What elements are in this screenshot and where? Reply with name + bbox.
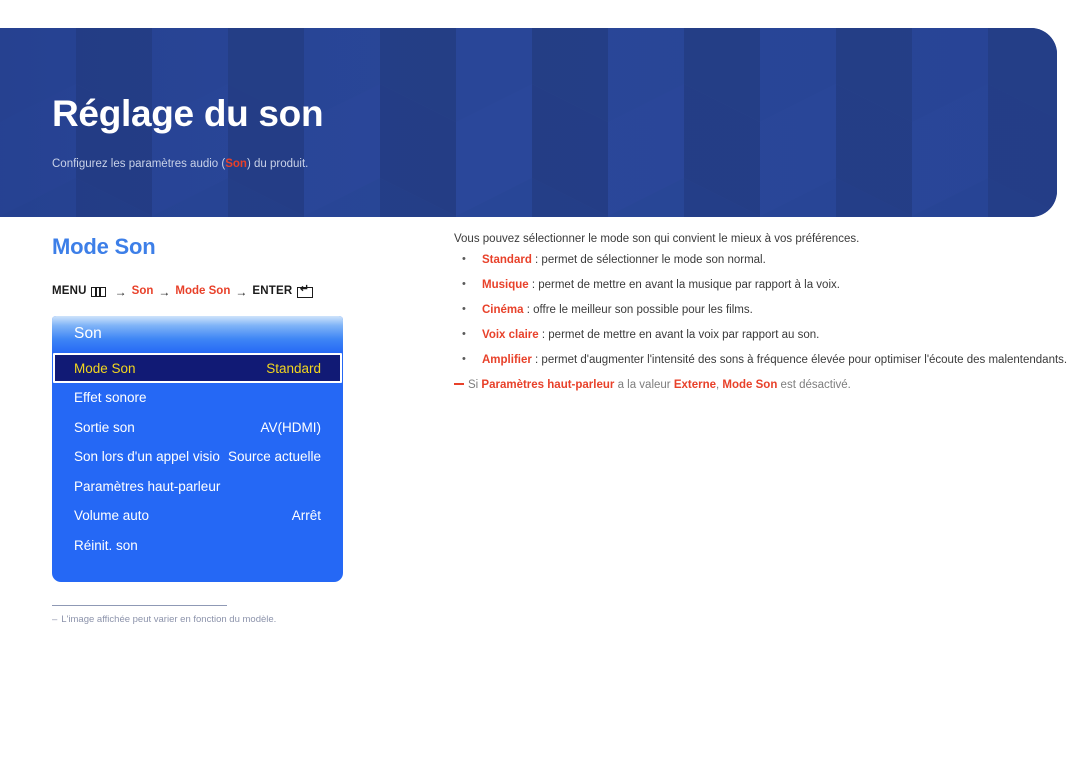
menu-grid-icon bbox=[90, 287, 106, 297]
osd-row-label: Sortie son bbox=[74, 419, 135, 435]
osd-row-label: Paramètres haut-parleur bbox=[74, 478, 221, 494]
subtitle-text-before: Configurez les paramètres audio ( bbox=[52, 158, 226, 170]
menu-path-enter-label: ENTER bbox=[252, 285, 293, 298]
path-arrow-2: → bbox=[158, 285, 171, 299]
osd-row-value: Source actuelle bbox=[227, 449, 321, 465]
list-item: Standard : permet de sélectionner le mod… bbox=[454, 254, 1054, 267]
option-description: : offre le meilleur son possible pour le… bbox=[523, 304, 753, 316]
path-arrow-1: → bbox=[114, 285, 127, 299]
footnote-dash: – bbox=[52, 614, 58, 625]
osd-menu-list: Mode Son Standard Effet sonore Sortie so… bbox=[52, 353, 343, 560]
option-term: Amplifier bbox=[482, 354, 532, 366]
menu-path-step-son: Son bbox=[131, 285, 154, 298]
osd-row-value: AV(HDMI) bbox=[260, 419, 322, 435]
osd-row-sortie-son[interactable]: Sortie son AV(HDMI) bbox=[52, 413, 343, 443]
path-arrow-3: → bbox=[235, 285, 248, 299]
option-description: : permet de mettre en avant la musique p… bbox=[528, 279, 840, 291]
left-content-column: Mode Son MENU → Son → Mode Son → ENTER S… bbox=[0, 217, 450, 763]
option-term: Cinéma bbox=[482, 304, 524, 316]
osd-panel-header: Son bbox=[52, 316, 343, 353]
option-term: Musique bbox=[482, 279, 529, 291]
footnote-body: L'image affichée peut varier en fonction… bbox=[61, 614, 277, 625]
description-intro: Vous pouvez sélectionner le mode son qui… bbox=[454, 233, 860, 245]
option-term: Voix claire bbox=[482, 329, 539, 341]
note-part-2: a la valeur bbox=[614, 379, 674, 391]
footnote-text: – L'image affichée peut varier en fonctio… bbox=[52, 614, 382, 625]
description-column: Vous pouvez sélectionner le mode son qui… bbox=[454, 233, 1067, 391]
osd-header-label: Son bbox=[74, 325, 102, 342]
section-heading: Mode Son bbox=[52, 234, 156, 259]
osd-row-label: Mode Son bbox=[74, 360, 136, 376]
page-header-banner: Réglage du son Configurez les paramètres… bbox=[0, 28, 1057, 217]
osd-row-value: Arrêt bbox=[291, 508, 321, 524]
osd-row-mode-son[interactable]: Mode Son Standard bbox=[53, 353, 342, 383]
note-term-externe: Externe bbox=[673, 379, 717, 391]
sound-mode-option-list: Standard : permet de sélectionner le mod… bbox=[454, 254, 1067, 367]
list-item: Musique : permet de mettre en avant la m… bbox=[454, 279, 1054, 292]
menu-path-menu-label: MENU bbox=[52, 285, 87, 298]
menu-path-step-mode-son: Mode Son bbox=[175, 285, 231, 298]
osd-row-volume-auto[interactable]: Volume auto Arrêt bbox=[52, 501, 343, 531]
list-item: Cinéma : offre le meilleur son possible … bbox=[454, 304, 1054, 317]
option-term: Standard bbox=[482, 254, 532, 266]
osd-row-label: Réinit. son bbox=[74, 537, 138, 553]
menu-navigation-path: MENU → Son → Mode Son → ENTER bbox=[52, 284, 314, 299]
osd-row-label: Volume auto bbox=[74, 508, 150, 524]
description-note: Si Paramètres haut-parleur a la valeur E… bbox=[454, 379, 1054, 391]
tv-osd-panel: Son Mode Son Standard Effet sonore Sorti… bbox=[52, 316, 343, 582]
osd-row-son-appel-visio[interactable]: Son lors d'un appel visio Source actuell… bbox=[52, 442, 343, 472]
option-description: : permet de mettre en avant la voix par … bbox=[538, 329, 820, 341]
page-title: Réglage du son bbox=[52, 93, 324, 134]
option-description: : permet de sélectionner le mode son nor… bbox=[531, 254, 766, 266]
footnote-block: – L'image affichée peut varier en fonctio… bbox=[52, 605, 382, 625]
osd-row-reinit-son[interactable]: Réinit. son bbox=[52, 531, 343, 561]
osd-row-effet-sonore[interactable]: Effet sonore bbox=[52, 383, 343, 413]
list-item: Voix claire : permet de mettre en avant … bbox=[454, 329, 1054, 342]
note-part-1: Si bbox=[468, 379, 482, 391]
osd-row-label: Effet sonore bbox=[74, 390, 147, 406]
note-term-parametres: Paramètres haut-parleur bbox=[481, 379, 615, 391]
osd-row-value: Standard bbox=[266, 360, 321, 376]
option-description: : permet d'augmenter l'intensité des son… bbox=[531, 354, 1068, 366]
list-item: Amplifier : permet d'augmenter l'intensi… bbox=[454, 354, 1067, 367]
subtitle-text-after: ) du produit. bbox=[246, 158, 309, 170]
note-term-mode-son: Mode Son bbox=[722, 379, 778, 391]
page-subtitle: Configurez les paramètres audio (Son) du… bbox=[52, 158, 308, 170]
enter-return-icon bbox=[297, 284, 314, 298]
note-part-4: est désactivé. bbox=[777, 379, 851, 391]
osd-row-label: Son lors d'un appel visio bbox=[74, 449, 220, 465]
footnote-divider bbox=[52, 605, 227, 606]
osd-row-parametres-haut-parleur[interactable]: Paramètres haut-parleur bbox=[52, 472, 343, 502]
subtitle-highlight: Son bbox=[225, 158, 247, 170]
